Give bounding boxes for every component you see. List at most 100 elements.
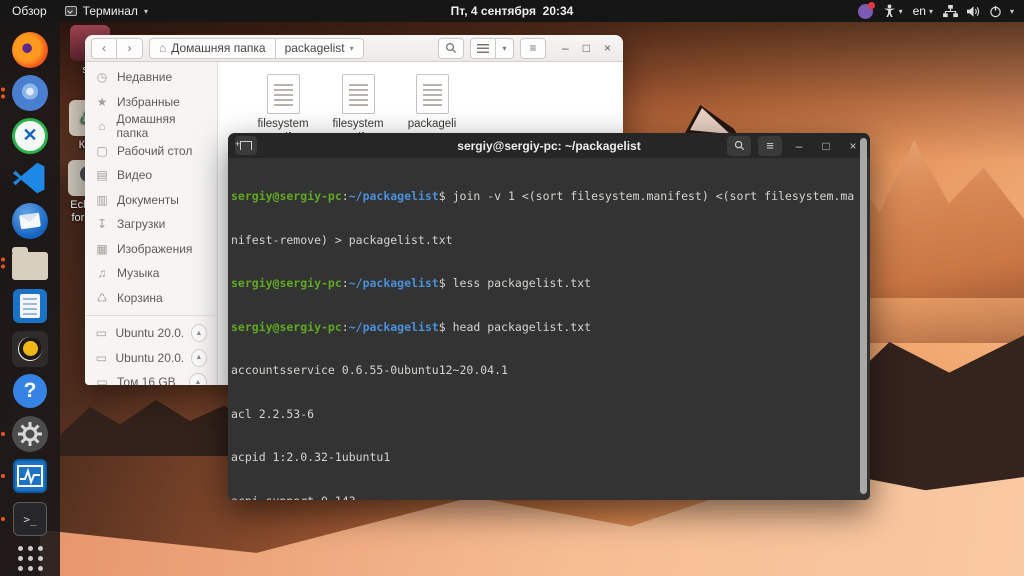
- dock-item-chromium[interactable]: [1, 72, 52, 115]
- desktop-icon: ▢: [96, 143, 108, 158]
- sidebar-item-downloads[interactable]: ↧ Загрузки: [85, 212, 217, 237]
- terminal-window: sergiy@sergiy-pc: ~/packagelist ≡ – □ × …: [228, 133, 870, 500]
- sidebar-item-pictures[interactable]: ▦ Изображения: [85, 237, 217, 262]
- vscode-icon: [12, 162, 45, 194]
- prompt-user: sergiy@sergiy-pc: [231, 276, 342, 290]
- nav-buttons: ‹ ›: [91, 37, 143, 59]
- desktop: ser ♺ Кор Eclipse for Jav ‹ › ⌂ Домашняя…: [0, 0, 1024, 576]
- search-icon: [734, 140, 744, 151]
- sidebar-item-music[interactable]: ♫ Музыка: [85, 261, 217, 286]
- dock-item-system-monitor[interactable]: [1, 455, 52, 498]
- dock-item-help[interactable]: ?: [8, 370, 52, 413]
- command-text: head packagelist.txt: [445, 319, 592, 334]
- running-indicator: [1, 517, 5, 521]
- system-monitor-icon: [13, 459, 47, 494]
- sidebar-item-recent[interactable]: ◷ Недавние: [85, 65, 217, 90]
- sidebar-item-label: Видео: [117, 168, 153, 183]
- accessibility-menu[interactable]: ▾: [883, 4, 903, 18]
- sidebar-item-trash[interactable]: ♺ Корзина: [85, 286, 217, 311]
- dock-item-thunderbird[interactable]: [8, 199, 52, 242]
- terminal-icon: >_: [13, 502, 47, 536]
- libreoffice-writer-icon: [13, 288, 47, 323]
- clock-icon: ◷: [96, 70, 108, 85]
- terminal-app-icon: [64, 6, 77, 16]
- prompt-colon: :: [341, 319, 349, 334]
- dock-item-libreoffice-writer[interactable]: [8, 285, 52, 328]
- dock: ✕ ? >_: [0, 22, 60, 576]
- viber-tray-icon[interactable]: [857, 1, 875, 19]
- sidebar-item-label: Избранные: [117, 94, 180, 109]
- sidebar-item-label: Музыка: [117, 266, 160, 281]
- terminal-maximize-button[interactable]: □: [816, 139, 836, 153]
- command-text: join -v 1 <(sort filesystem.manifest) <(…: [445, 189, 855, 203]
- terminal-search-button[interactable]: [727, 135, 751, 156]
- sidebar-item-label: Корзина: [117, 290, 163, 305]
- search-icon: [445, 42, 457, 54]
- dock-item-settings[interactable]: [1, 412, 52, 455]
- sidebar-item-label: Рабочий стол: [117, 143, 193, 158]
- envelope-icon: [19, 212, 41, 230]
- image-icon: ▦: [96, 241, 108, 256]
- prompt-dollar: $: [438, 189, 446, 203]
- path-segment-home[interactable]: ⌂ Домашняя папка: [149, 37, 276, 59]
- show-applications-button[interactable]: [8, 540, 52, 576]
- keyboard-layout-menu[interactable]: en ▾: [913, 4, 933, 18]
- dock-item-x-app[interactable]: ✕: [8, 114, 52, 157]
- eject-button[interactable]: ▲: [190, 348, 207, 367]
- view-options-button[interactable]: ▾: [496, 37, 515, 59]
- terminal-headerbar: sergiy@sergiy-pc: ~/packagelist ≡ – □ ×: [228, 133, 870, 158]
- dock-item-firefox[interactable]: [8, 29, 52, 72]
- sidebar-item-label: Документы: [117, 192, 179, 207]
- trash-icon: ♺: [96, 290, 108, 305]
- system-status-menu[interactable]: ▾: [943, 4, 1014, 18]
- running-indicator: [1, 474, 5, 479]
- terminal-screen[interactable]: sergiy@sergiy-pc:~/packagelist$ join -v …: [228, 158, 870, 500]
- sidebar-item-starred[interactable]: ★ Избранные: [85, 90, 217, 115]
- prompt-path: ~/packagelist: [348, 319, 439, 334]
- list-view-button[interactable]: [470, 37, 497, 59]
- prompt-colon: :: [341, 189, 349, 203]
- eject-button[interactable]: ▲: [190, 324, 207, 343]
- terminal-minimize-button[interactable]: –: [789, 139, 809, 153]
- terminal-menu-button[interactable]: ≡: [758, 135, 782, 156]
- dock-item-vscode[interactable]: [8, 157, 52, 200]
- sidebar-item-label: Изображения: [117, 241, 193, 256]
- text-file-icon: [266, 74, 300, 114]
- command-text: nifest-remove) > packagelist.txt: [231, 232, 453, 247]
- eject-button[interactable]: ▲: [189, 373, 207, 385]
- sidebar-item-home[interactable]: ⌂ Домашняя папка: [85, 112, 217, 140]
- running-indicator: [1, 431, 5, 436]
- chevron-down-icon: ▾: [349, 43, 354, 53]
- terminal-output-line: acpid 1:2.0.32-1ubuntu1: [231, 450, 391, 464]
- drive-icon: ▭: [95, 326, 107, 341]
- maximize-button[interactable]: □: [583, 41, 590, 55]
- terminal-close-button[interactable]: ×: [843, 139, 863, 153]
- terminal-line: sergiy@sergiy-pc:~/packagelist$ join -v …: [231, 189, 856, 204]
- terminal-scrollbar[interactable]: [860, 138, 867, 494]
- sidebar-item-documents[interactable]: ▥ Документы: [85, 188, 217, 213]
- download-icon: ↧: [96, 217, 108, 232]
- settings-gear-icon: [12, 415, 48, 452]
- sidebar-device-volume16gb[interactable]: ▭ Том 16 GB ▲: [85, 370, 217, 385]
- terminal-output-line: accountsservice 0.6.55-0ubuntu12~20.04.1: [231, 363, 508, 377]
- dock-item-rhythmbox[interactable]: [8, 327, 52, 370]
- search-button[interactable]: [438, 37, 465, 59]
- document-icon: ▥: [96, 192, 108, 207]
- terminal-actions: ≡ – □ ×: [727, 135, 863, 156]
- sidebar-item-video[interactable]: ▤ Видео: [85, 163, 217, 188]
- prompt-dollar: $: [438, 319, 446, 334]
- files-window-controls: – □ ×: [552, 41, 617, 55]
- sidebar-item-desktop[interactable]: ▢ Рабочий стол: [85, 139, 217, 164]
- menu-button[interactable]: ≡: [520, 37, 547, 59]
- path-segment-current[interactable]: packagelist ▾: [275, 37, 364, 59]
- sidebar-device-ubuntu-1[interactable]: ▭ Ubuntu 20.0... ▲: [85, 321, 217, 346]
- sidebar-device-ubuntu-2[interactable]: ▭ Ubuntu 20.0... ▲: [85, 346, 217, 371]
- minimize-button[interactable]: –: [562, 41, 569, 55]
- dock-item-files[interactable]: [1, 242, 52, 285]
- forward-button[interactable]: ›: [117, 37, 143, 59]
- chevron-down-icon: ▾: [1009, 6, 1014, 16]
- close-button[interactable]: ×: [604, 41, 611, 55]
- dock-item-terminal[interactable]: >_: [1, 498, 52, 541]
- back-button[interactable]: ‹: [91, 37, 117, 59]
- list-view-icon: [477, 43, 490, 53]
